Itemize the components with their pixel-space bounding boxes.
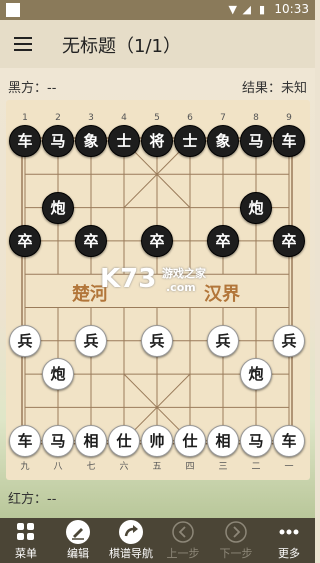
- bottom-toolbar: 菜单 编辑 棋谱导航 上一步 下一步 更多: [0, 518, 315, 563]
- black-piece[interactable]: 炮: [42, 191, 74, 224]
- notification-icon: [6, 3, 20, 17]
- chess-board[interactable]: 楚河 汉界 K73 游戏之家 .com 123456789九八七六五四三二一车马…: [6, 100, 310, 480]
- toolbar-button-redo[interactable]: 棋谱导航: [105, 518, 157, 563]
- toolbar-button-label: 更多: [278, 547, 300, 560]
- red-player-label: 红方：--: [8, 492, 57, 507]
- toolbar-button-edit[interactable]: 编辑: [52, 518, 104, 563]
- top-coordinate: 9: [286, 113, 292, 123]
- bottom-coordinate: 五: [152, 462, 162, 472]
- black-piece[interactable]: 卒: [273, 224, 305, 257]
- red-piece[interactable]: 车: [9, 424, 41, 457]
- app-bar: 无标题（1/1）: [0, 20, 315, 68]
- red-piece[interactable]: 马: [42, 424, 74, 457]
- toolbar-button-chevron-left[interactable]: 上一步: [157, 518, 209, 563]
- bottom-coordinate: 二: [251, 462, 261, 472]
- bottom-coordinate: 四: [185, 462, 195, 472]
- black-piece[interactable]: 卒: [75, 224, 107, 257]
- black-piece[interactable]: 卒: [207, 224, 239, 257]
- edit-icon: [66, 520, 90, 544]
- chevron-left-icon: [171, 520, 195, 544]
- black-piece[interactable]: 象: [207, 125, 239, 157]
- red-piece[interactable]: 炮: [240, 358, 272, 391]
- wifi-icon: ▼: [228, 3, 237, 16]
- page-title: 无标题（1/1）: [62, 36, 181, 57]
- red-piece[interactable]: 兵: [141, 324, 173, 357]
- watermark-logo: K73: [100, 264, 157, 294]
- red-piece[interactable]: 相: [75, 424, 107, 457]
- grid-icon: [14, 520, 38, 544]
- red-piece[interactable]: 仕: [174, 424, 206, 457]
- black-piece[interactable]: 象: [75, 125, 107, 157]
- top-coordinate: 7: [220, 113, 226, 123]
- red-piece[interactable]: 炮: [42, 358, 74, 391]
- toolbar-button-label: 下一步: [219, 547, 253, 560]
- red-piece[interactable]: 兵: [207, 324, 239, 357]
- red-piece[interactable]: 兵: [273, 324, 305, 357]
- black-player-label: 黑方：--: [8, 81, 57, 96]
- bottom-coordinate: 八: [53, 462, 63, 472]
- red-piece[interactable]: 相: [207, 424, 239, 457]
- toolbar-button-label: 编辑: [67, 547, 89, 560]
- black-piece[interactable]: 将: [141, 125, 173, 157]
- red-piece[interactable]: 帅: [141, 424, 173, 457]
- top-coordinate: 5: [154, 113, 160, 123]
- chevron-right-icon: [224, 520, 248, 544]
- battery-icon: ▮: [258, 3, 265, 16]
- toolbar-button-label: 菜单: [15, 547, 37, 560]
- black-piece[interactable]: 车: [9, 125, 41, 157]
- bottom-coordinate: 九: [20, 462, 30, 472]
- black-piece[interactable]: 马: [240, 125, 272, 157]
- watermark-text: 游戏之家: [162, 267, 206, 280]
- top-coordinate: 3: [88, 113, 94, 123]
- river-right-text: 汉界: [204, 284, 240, 305]
- signal-icon: ◢: [242, 3, 251, 16]
- top-coordinate: 2: [55, 113, 61, 123]
- black-piece[interactable]: 炮: [240, 191, 272, 224]
- bottom-coordinate: 三: [218, 462, 228, 472]
- top-coordinate: 4: [121, 113, 127, 123]
- status-time: 10:33: [274, 2, 309, 16]
- toolbar-button-chevron-right[interactable]: 下一步: [210, 518, 262, 563]
- toolbar-button-more[interactable]: 更多: [263, 518, 315, 563]
- toolbar-button-grid[interactable]: 菜单: [0, 518, 52, 563]
- toolbar-button-label: 棋谱导航: [109, 547, 153, 560]
- more-icon: [277, 520, 301, 544]
- redo-icon: [119, 520, 143, 544]
- red-piece[interactable]: 仕: [108, 424, 140, 457]
- black-piece[interactable]: 士: [174, 125, 206, 157]
- black-piece[interactable]: 卒: [141, 224, 173, 257]
- black-piece[interactable]: 马: [42, 125, 74, 157]
- top-coordinate: 8: [253, 113, 259, 123]
- red-piece[interactable]: 兵: [9, 324, 41, 357]
- result-label: 结果：未知: [241, 81, 307, 96]
- black-piece[interactable]: 士: [108, 125, 140, 157]
- toolbar-button-label: 上一步: [166, 547, 200, 560]
- black-piece[interactable]: 卒: [9, 224, 41, 257]
- watermark-domain: .com: [166, 281, 196, 294]
- board-grid: [21, 137, 293, 445]
- red-piece[interactable]: 马: [240, 424, 272, 457]
- bottom-coordinate: 六: [119, 462, 129, 472]
- red-piece[interactable]: 兵: [75, 324, 107, 357]
- black-piece[interactable]: 车: [273, 125, 305, 157]
- top-coordinate: 1: [22, 113, 28, 123]
- red-piece[interactable]: 车: [273, 424, 305, 457]
- bottom-coordinate: 七: [86, 462, 96, 472]
- status-bar: ▼ ◢ ▮ 10:33: [0, 0, 315, 20]
- hamburger-menu-icon[interactable]: [14, 37, 32, 51]
- top-coordinate: 6: [187, 113, 193, 123]
- bottom-coordinate: 一: [284, 462, 294, 472]
